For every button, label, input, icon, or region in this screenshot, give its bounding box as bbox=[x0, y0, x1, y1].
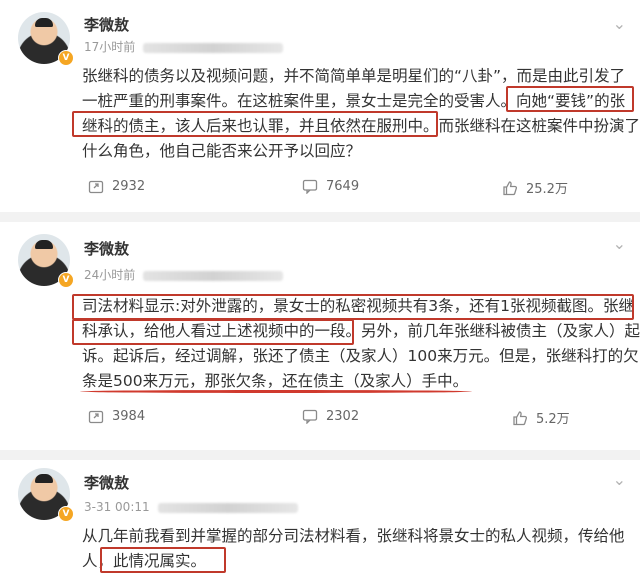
comment-button[interactable]: 7649 bbox=[302, 178, 359, 194]
repost-count: 2932 bbox=[112, 178, 146, 194]
post-1: V 李微敖 17小时前 ⌄ 张继科的债务以及视频问题，并不简简单单是明星们的“八… bbox=[0, 0, 640, 212]
chevron-down-icon[interactable]: ⌄ bbox=[613, 14, 626, 33]
author-name[interactable]: 李微敖 bbox=[84, 14, 129, 35]
author-name[interactable]: 李微敖 bbox=[84, 238, 129, 259]
highlight-box bbox=[72, 294, 634, 320]
chevron-down-icon[interactable]: ⌄ bbox=[613, 470, 626, 489]
repost-button[interactable]: 3984 bbox=[88, 408, 145, 424]
text-line: 从几年前我看到并掌握的部分司法材料看，张继科将景女士的私人视频，传给他 bbox=[82, 527, 625, 545]
action-bar: 2932 7649 25.2万 bbox=[0, 178, 640, 200]
highlight-box bbox=[72, 319, 354, 345]
like-icon bbox=[503, 180, 518, 195]
text-line: 什么角色，他自己能否来公开予以回应？ bbox=[82, 142, 362, 160]
comment-count: 7649 bbox=[326, 178, 360, 194]
like-icon bbox=[513, 410, 528, 425]
post-time: 3-31 00:11 bbox=[84, 500, 298, 514]
verified-badge-icon: V bbox=[58, 50, 74, 66]
repost-count: 3984 bbox=[112, 408, 146, 424]
repost-icon bbox=[88, 410, 104, 424]
author-name[interactable]: 李微敖 bbox=[84, 472, 129, 493]
verified-badge-icon: V bbox=[58, 272, 74, 288]
comment-icon bbox=[302, 179, 318, 194]
like-button[interactable]: 25.2万 bbox=[502, 178, 568, 197]
comment-icon bbox=[302, 409, 318, 424]
repost-button[interactable]: 2932 bbox=[88, 178, 145, 194]
post-3: V 李微敖 3-31 00:11 ⌄ 从几年前我看到并掌握的部分司法材料看，张继… bbox=[0, 460, 640, 579]
repost-icon bbox=[88, 180, 104, 194]
underline-mark bbox=[80, 390, 472, 393]
highlight-box bbox=[506, 86, 634, 112]
highlight-box bbox=[100, 547, 226, 573]
chevron-down-icon[interactable]: ⌄ bbox=[613, 234, 626, 253]
comment-count: 2302 bbox=[326, 408, 360, 424]
comment-button[interactable]: 2302 bbox=[302, 408, 359, 424]
separator bbox=[0, 450, 640, 460]
like-count: 5.2万 bbox=[536, 412, 570, 427]
post-2: V 李微敖 24小时前 ⌄ 司法材料显示:对外泄露的，景女士的私密视频共有3条，… bbox=[0, 222, 640, 450]
like-button[interactable]: 5.2万 bbox=[512, 408, 570, 427]
post-time: 17小时前 bbox=[84, 38, 284, 55]
highlight-box bbox=[72, 111, 438, 137]
post-time: 24小时前 bbox=[84, 266, 284, 283]
text-line: 诉。起诉后，经过调解，张还了债主（及家人）100来万元。但是，张继科打的欠 bbox=[82, 347, 639, 365]
action-bar: 3984 2302 5.2万 bbox=[0, 408, 640, 430]
separator bbox=[0, 212, 640, 222]
verified-badge-icon: V bbox=[58, 506, 74, 522]
like-count: 25.2万 bbox=[526, 182, 568, 197]
